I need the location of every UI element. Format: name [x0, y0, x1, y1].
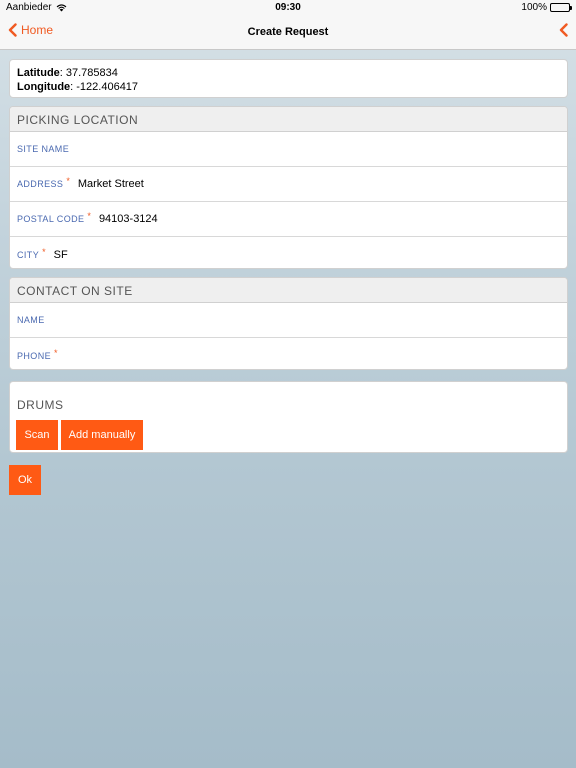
longitude-label: Longitude: [17, 81, 71, 93]
postal-code-label: POSTAL CODE: [17, 214, 85, 224]
chevron-left-icon: [559, 23, 568, 37]
battery-icon: [550, 3, 572, 12]
latitude-line: Latitude: 37.785834: [17, 66, 560, 80]
drums-card: DRUMS Scan Add manually: [9, 381, 568, 453]
address-label: ADDRESS: [17, 179, 64, 189]
required-marker: *: [66, 176, 70, 186]
picking-location-card: PICKING LOCATION SITE NAME ADDRESS * Mar…: [9, 106, 568, 269]
ok-button[interactable]: Ok: [9, 465, 41, 495]
site-name-label: SITE NAME: [17, 144, 70, 154]
contact-name-field[interactable]: NAME: [10, 303, 567, 338]
postal-code-field[interactable]: POSTAL CODE * 94103-3124: [10, 202, 567, 237]
city-label: CITY: [17, 249, 40, 260]
phone-label: PHONE: [17, 350, 52, 361]
contact-name-label: NAME: [17, 315, 45, 325]
longitude-line: Longitude: -122.406417: [17, 80, 560, 94]
battery: 100%: [521, 2, 572, 13]
battery-percent: 100%: [521, 2, 547, 13]
postal-code-value: 94103-3124: [98, 213, 158, 225]
city-value: SF: [53, 248, 68, 261]
nav-right-back-button[interactable]: [559, 23, 568, 42]
status-bar: Aanbieder 09:30 100%: [0, 0, 576, 16]
page-title: Create Request: [247, 26, 329, 38]
required-marker: *: [42, 246, 46, 257]
scan-button[interactable]: Scan: [16, 420, 58, 450]
required-marker: *: [54, 347, 58, 358]
site-name-field[interactable]: SITE NAME: [10, 132, 567, 167]
city-field[interactable]: CITY * SF: [10, 237, 567, 268]
status-time: 09:30: [275, 2, 301, 13]
navigation-bar: Home Create Request: [0, 16, 576, 50]
location-card: Latitude: 37.785834 Longitude: -122.4064…: [9, 59, 568, 98]
contact-on-site-card: CONTACT ON SITE NAME PHONE *: [9, 277, 568, 370]
latitude-value: : 37.785834: [59, 67, 118, 79]
address-value: Market Street: [77, 178, 144, 190]
add-manually-button[interactable]: Add manually: [61, 420, 143, 450]
picking-location-header: PICKING LOCATION: [10, 107, 567, 132]
required-marker: *: [87, 211, 91, 221]
latitude-label: Latitude: [17, 67, 60, 79]
address-field[interactable]: ADDRESS * Market Street: [10, 167, 567, 202]
drums-title: DRUMS: [17, 398, 64, 412]
longitude-value: : -122.406417: [70, 81, 139, 93]
phone-field[interactable]: PHONE *: [10, 338, 567, 369]
contact-on-site-header: CONTACT ON SITE: [10, 278, 567, 303]
